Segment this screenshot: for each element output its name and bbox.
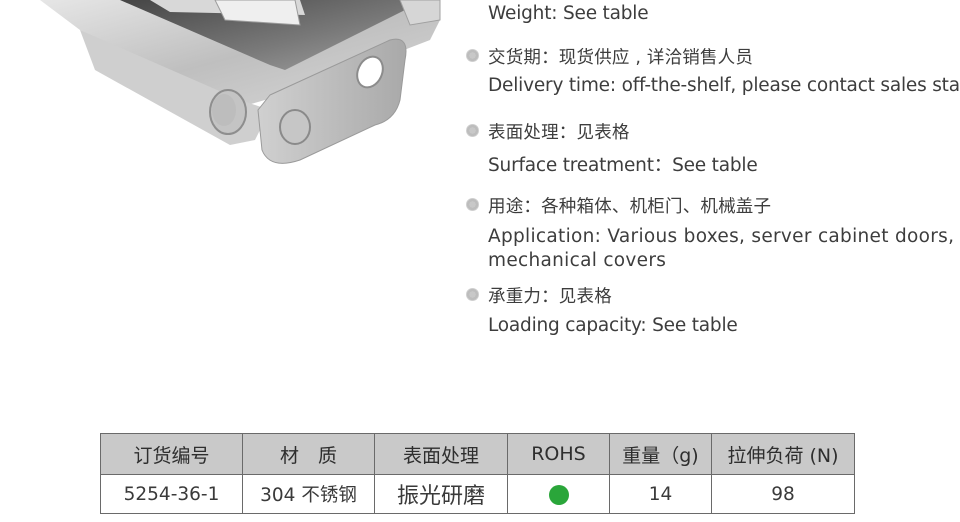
table-row: 5254-36-1 304 不锈钢 振光研磨 14 98 (100, 474, 855, 514)
header-surface: 表面处理 (374, 433, 508, 475)
rohs-compliant-icon (548, 484, 569, 505)
spec-weight-en: Weight: See table (488, 3, 649, 24)
spec-delivery-zh: 交货期：现货供应 , 详洽销售人员 (488, 48, 754, 68)
header-tensile-load: 拉伸负荷 (N) (711, 433, 855, 475)
cell-surface: 振光研磨 (374, 474, 508, 514)
spec-surface-zh: 表面处理：见表格 (488, 123, 630, 143)
bullet-icon (466, 198, 479, 211)
header-order-no: 订货编号 (100, 433, 243, 475)
header-rohs: ROHS (507, 433, 610, 475)
bullet-icon (466, 49, 479, 62)
spec-loading-en: Loading capacity: See table (488, 315, 738, 336)
table-header-row: 订货编号 材 质 表面处理 ROHS 重量（g) 拉伸负荷 (N) (100, 433, 855, 475)
spec-application-en: Application: Various boxes, server cabin… (488, 226, 955, 271)
cell-weight: 14 (609, 474, 712, 514)
spec-table: 订货编号 材 质 表面处理 ROHS 重量（g) 拉伸负荷 (N) 5254-3… (100, 433, 855, 514)
bullet-icon (466, 124, 479, 137)
cell-tensile-load: 98 (711, 474, 855, 514)
spec-loading-zh: 承重力：见表格 (488, 287, 612, 307)
header-weight: 重量（g) (609, 433, 712, 475)
cell-order-no: 5254-36-1 (100, 474, 243, 514)
bullet-icon (466, 288, 479, 301)
product-image-latch (40, 0, 441, 164)
cell-material: 304 不锈钢 (242, 474, 375, 514)
spec-application-zh: 用途：各种箱体、机柜门、机械盖子 (488, 197, 772, 217)
spec-surface-en: Surface treatment：See table (488, 155, 758, 176)
header-material: 材 质 (242, 433, 375, 475)
spec-delivery-en: Delivery time: off-the-shelf, please con… (488, 75, 960, 96)
cell-rohs (507, 474, 610, 514)
